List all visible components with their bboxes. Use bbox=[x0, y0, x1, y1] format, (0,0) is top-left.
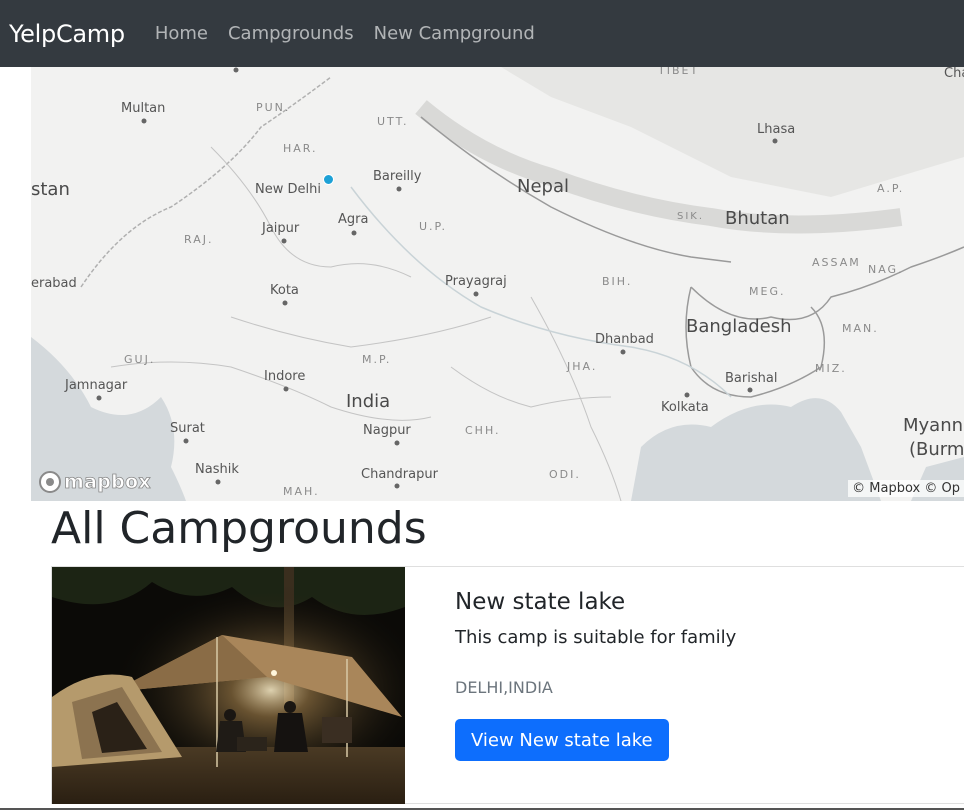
map-city-lhasa: Lhasa bbox=[757, 122, 796, 137]
page-divider bbox=[0, 808, 964, 810]
map-city-indore: Indore bbox=[264, 369, 306, 384]
map-city-kota: Kota bbox=[270, 283, 299, 298]
nav-link-campgrounds[interactable]: Campgrounds bbox=[228, 23, 354, 44]
campground-marker[interactable] bbox=[323, 174, 334, 185]
map-state-pun: PUN. bbox=[256, 101, 291, 114]
map-state-nag: NAG. bbox=[868, 263, 904, 276]
campground-card: New state lake This camp is suitable for… bbox=[51, 566, 964, 804]
map-city-new-delhi: New Delhi bbox=[255, 182, 321, 197]
map-label-bangladesh: Bangladesh bbox=[686, 316, 792, 337]
map-city-jaipur: Jaipur bbox=[262, 221, 300, 236]
map-state-bih: BIH. bbox=[602, 275, 633, 288]
map-state-mah: MAH. bbox=[283, 485, 320, 498]
map-city-barishal: Barishal bbox=[725, 371, 778, 386]
map-city-cha: Cha bbox=[944, 67, 964, 81]
navbar: YelpCamp Home Campgrounds New Campground bbox=[0, 0, 964, 67]
map-city-hyderabad: erabad bbox=[31, 276, 77, 291]
map-state-assam: ASSAM bbox=[812, 256, 861, 269]
map-label-bhutan: Bhutan bbox=[725, 208, 790, 229]
campground-description: This camp is suitable for family bbox=[455, 627, 737, 648]
campground-location: DELHI,INDIA bbox=[455, 678, 553, 697]
map-city-nagpur: Nagpur bbox=[363, 423, 411, 438]
map-city-surat: Surat bbox=[170, 421, 205, 436]
map-city-chandrapur: Chandrapur bbox=[361, 467, 438, 482]
map-city-nashik: Nashik bbox=[195, 462, 239, 477]
map-label-myanmar-1: Myann bbox=[903, 415, 964, 436]
map-state-chh: CHH. bbox=[465, 424, 501, 437]
map-state-har: HAR. bbox=[283, 142, 318, 155]
map-state-man: MAN. bbox=[842, 322, 879, 335]
map-city-dhanbad: Dhanbad bbox=[595, 332, 654, 347]
map-state-jha: JHA. bbox=[567, 360, 598, 373]
map-label-india: India bbox=[346, 391, 391, 412]
mapbox-logo-text: mapbox bbox=[64, 471, 151, 494]
brand-link[interactable]: YelpCamp bbox=[9, 20, 125, 48]
map-city-jamnagar: Jamnagar bbox=[65, 378, 128, 393]
map-label-nepal: Nepal bbox=[517, 176, 569, 197]
map-state-miz: MIZ. bbox=[815, 362, 847, 375]
nav-link-new-campground[interactable]: New Campground bbox=[374, 23, 535, 44]
cluster-map[interactable]: Nepal Bhutan Bangladesh India Myann (Bur… bbox=[31, 67, 964, 501]
page-title: All Campgrounds bbox=[51, 503, 427, 554]
mapbox-logo[interactable]: mapbox bbox=[39, 471, 151, 493]
map-state-sik: SIK. bbox=[677, 211, 705, 222]
view-campground-button[interactable]: View New state lake bbox=[455, 719, 669, 761]
map-state-guj: GUJ. bbox=[124, 353, 156, 366]
map-state-raj: RAJ. bbox=[184, 233, 214, 246]
map-state-odi: ODI. bbox=[549, 468, 581, 481]
card-body: New state lake This camp is suitable for… bbox=[455, 589, 736, 761]
map-state-utt: UTT. bbox=[377, 115, 409, 128]
map-state-ap: A.P. bbox=[877, 182, 905, 195]
map-state-mp: M.P. bbox=[362, 353, 392, 366]
map-label-pakistan: stan bbox=[31, 179, 70, 200]
map-state-meg: MEG. bbox=[749, 285, 786, 298]
map-attribution[interactable]: © Mapbox © Op bbox=[848, 480, 964, 497]
campground-title: New state lake bbox=[455, 589, 626, 615]
mapbox-logo-icon bbox=[39, 471, 61, 493]
camp-tent-photo bbox=[52, 567, 405, 804]
map-city-bareilly: Bareilly bbox=[373, 169, 422, 184]
nav-link-home[interactable]: Home bbox=[155, 23, 208, 44]
campground-image bbox=[52, 567, 405, 804]
map-state-tibet: TIBET bbox=[658, 67, 700, 77]
map-city-prayagraj: Prayagraj bbox=[445, 274, 507, 289]
map-city-kolkata: Kolkata bbox=[661, 400, 709, 415]
map-city-multan: Multan bbox=[121, 101, 166, 116]
map-label-myanmar-2: (Burm bbox=[909, 439, 964, 460]
map-state-up: U.P. bbox=[419, 220, 447, 233]
map-city-agra: Agra bbox=[338, 212, 369, 227]
